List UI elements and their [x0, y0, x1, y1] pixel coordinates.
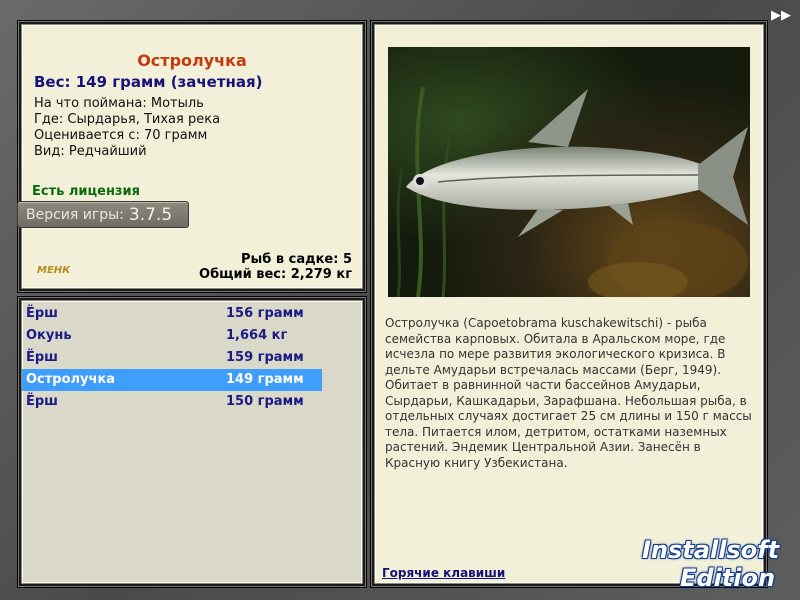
hotkeys-link[interactable]: Горячие клавиши — [382, 566, 505, 580]
list-item[interactable]: Ёрш 156 грамм — [22, 303, 322, 325]
fish-illustration — [396, 86, 748, 297]
list-item-name: Остролучка — [26, 372, 116, 387]
fish-info-panel: Остролучка Вес: 149 грамм (зачетная) На … — [21, 24, 363, 289]
game-version-badge: Версия игры: 3.7.5 — [17, 201, 189, 228]
valued-from: Оценивается с: 70 грамм — [34, 128, 208, 143]
list-item-name: Окунь — [26, 328, 72, 343]
watermark-line-1: Installsoft — [642, 536, 780, 564]
catch-location: Где: Сырдарья, Тихая река — [34, 112, 221, 127]
list-item-weight: 150 грамм — [226, 394, 304, 409]
watermark-line-2: Edition — [680, 564, 776, 592]
list-item-weight: 159 грамм — [226, 350, 304, 365]
double-arrow-right-icon[interactable]: ▶▶ — [770, 8, 792, 24]
list-item-name: Ёрш — [26, 350, 58, 365]
fish-photo — [388, 47, 750, 297]
description-panel: Остролучка (Capoetobrama kuschakewitschi… — [374, 24, 764, 584]
caught-on: На что поймана: Мотыль — [34, 96, 204, 111]
fish-description: Остролучка (Capoetobrama kuschakewitschi… — [385, 316, 752, 470]
list-item[interactable]: Ёрш 159 грамм — [22, 347, 322, 369]
installsoft-watermark: Installsoft Edition — [640, 528, 795, 594]
list-item-weight: 149 грамм — [226, 372, 304, 387]
list-item-name: Ёрш — [26, 394, 58, 409]
version-label: Версия игры: — [26, 206, 124, 223]
license-status: Есть лицензия — [32, 184, 140, 199]
total-weight: Общий вес: 2,279 кг — [199, 267, 352, 282]
list-item-weight: 1,664 кг — [226, 328, 288, 343]
catch-list: Ёрш 156 грамм Окунь 1,664 кг Ёрш 159 гра… — [21, 300, 363, 584]
version-number: 3.7.5 — [128, 204, 173, 225]
fish-weight: Вес: 149 грамм (зачетная) — [34, 73, 263, 91]
small-logo: МЕНК — [37, 265, 71, 276]
fish-in-cage: Рыб в садке: 5 — [240, 252, 352, 267]
list-item[interactable]: Ёрш 150 грамм — [22, 391, 322, 413]
fish-kind: Вид: Редчайший — [34, 144, 147, 159]
fish-title: Остролучка — [137, 51, 247, 70]
list-item-selected[interactable]: Остролучка 149 грамм — [22, 369, 322, 391]
list-item[interactable]: Окунь 1,664 кг — [22, 325, 322, 347]
list-item-weight: 156 грамм — [226, 306, 304, 321]
list-item-name: Ёрш — [26, 306, 58, 321]
